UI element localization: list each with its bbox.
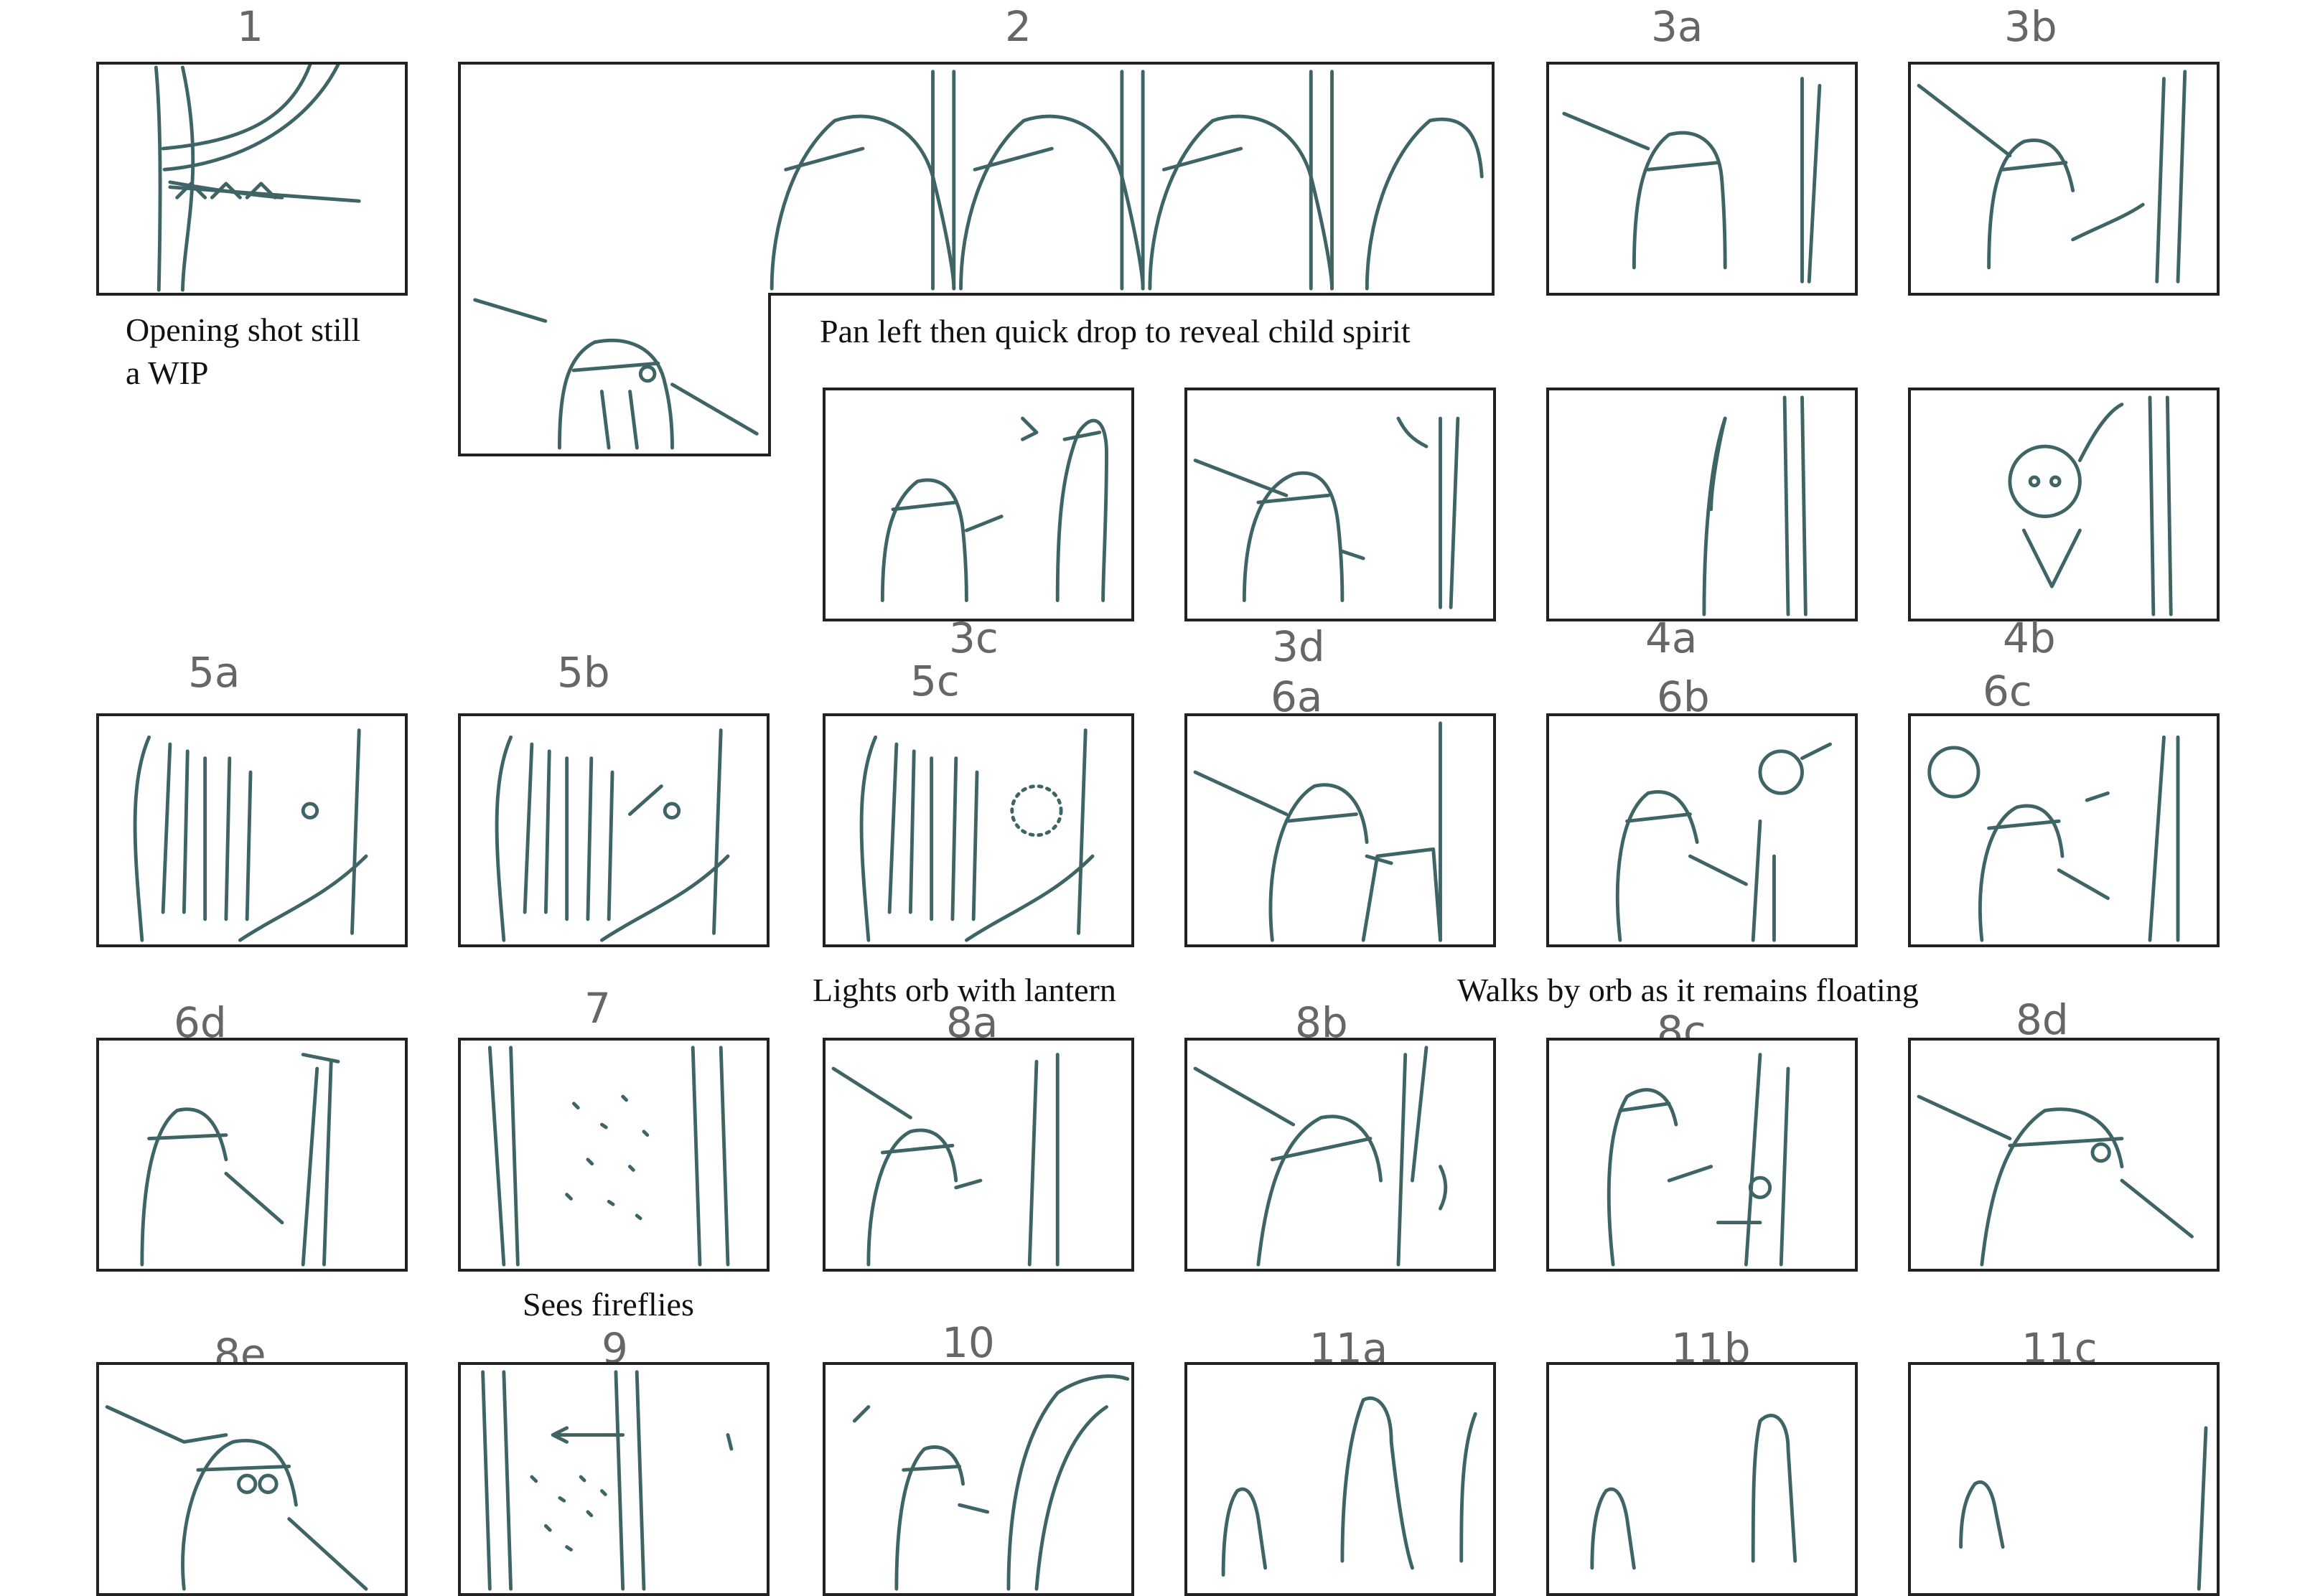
panel-2-drop [458, 293, 771, 456]
sketch-5b [495, 728, 730, 942]
sketch-8c [1607, 1053, 1790, 1267]
panel-8a [823, 1038, 1134, 1272]
panel-number-3b: 3b [2004, 2, 2057, 51]
panel-6a [1184, 713, 1496, 947]
sketch-11b [1590, 1414, 1797, 1570]
panel-6c [1908, 713, 2220, 947]
panel-5a [96, 713, 408, 947]
panel-11a [1184, 1362, 1496, 1596]
sketch-3b [1917, 70, 2187, 283]
panel-number-2: 2 [1005, 2, 1032, 51]
sketch-4b [2008, 395, 2173, 616]
panel-3c [823, 388, 1134, 621]
panel-number-3a: 3a [1651, 2, 1703, 51]
panel-number-4a: 4a [1645, 614, 1698, 662]
sketch-6d [140, 1053, 340, 1267]
sketch-9-fireflies [481, 1370, 734, 1591]
panel-4a [1546, 388, 1858, 621]
panel-10 [823, 1362, 1134, 1596]
panel-number-6a: 6a [1271, 672, 1323, 721]
panel-number-10: 10 [942, 1318, 995, 1367]
sketch-6a [1193, 721, 1442, 942]
sketch-5c [859, 728, 1095, 942]
panel-number-3c: 3c [949, 614, 999, 662]
panel-number-3d: 3d [1272, 622, 1325, 671]
caption-opening-shot: Opening shot still a WIP [126, 311, 361, 391]
panel-3d [1184, 388, 1496, 621]
panel-8e [96, 1362, 408, 1596]
sketch-3a [1562, 77, 1822, 283]
panel-3b [1908, 62, 2220, 296]
sketch-3c [880, 416, 1108, 603]
sketch-3d [1193, 416, 1460, 609]
storyboard-sheet: 1 Opening shot still a WIP 2 Pan left th… [0, 0, 2310, 1596]
panel-number-4b: 4b [2003, 614, 2056, 662]
panel-3a [1546, 62, 1858, 296]
panel-9 [458, 1362, 770, 1596]
sketch-tree-and-spirits [154, 65, 361, 292]
panel-number-6b: 6b [1657, 672, 1710, 721]
panel-1 [96, 62, 408, 296]
panel-5c [823, 713, 1134, 947]
panel-5b [458, 713, 770, 947]
sketch-8e [105, 1405, 368, 1591]
sketch-7-fireflies [487, 1046, 730, 1267]
panel-4b [1908, 388, 2220, 621]
sketch-5a [133, 728, 368, 942]
panel-11b [1546, 1362, 1858, 1596]
panel-number-8d: 8d [2016, 995, 2069, 1044]
panel-2-wide [458, 62, 1495, 296]
panel-7 [458, 1038, 770, 1272]
sketch-8a [831, 1053, 1060, 1267]
panel-number-5b: 5b [557, 648, 610, 697]
sketch-8d [1917, 1094, 2194, 1267]
panel-8c [1546, 1038, 1858, 1272]
panel-6d [96, 1038, 408, 1272]
caption-fireflies: Sees fireflies [523, 1286, 694, 1323]
caption-walks-by-orb: Walks by orb as it remains floating [1457, 972, 1919, 1008]
panel-number-5c: 5c [910, 657, 960, 705]
panel-number-5a: 5a [188, 648, 240, 697]
sketch-4a [1702, 395, 1808, 616]
sketch-10 [852, 1374, 1130, 1591]
sketch-6c [1927, 735, 2180, 942]
sketch-11c [1959, 1426, 2208, 1591]
sketch-6b [1615, 742, 1832, 942]
panel-8d [1908, 1038, 2220, 1272]
sketch-8b [1193, 1046, 1448, 1267]
panel-11c [1908, 1362, 2220, 1596]
panel-8b [1184, 1038, 1496, 1272]
sketch-11a [1221, 1396, 1477, 1577]
panel-6b [1546, 713, 1858, 947]
panel-number-7: 7 [584, 984, 611, 1033]
panel-number-6c: 6c [1983, 667, 2032, 715]
sketch-child-spirit [473, 298, 759, 450]
sketch-pan-spirits [770, 70, 1484, 291]
caption-pan: Pan left then quick drop to reveal child… [820, 313, 1411, 349]
panel-number-1: 1 [237, 2, 263, 51]
